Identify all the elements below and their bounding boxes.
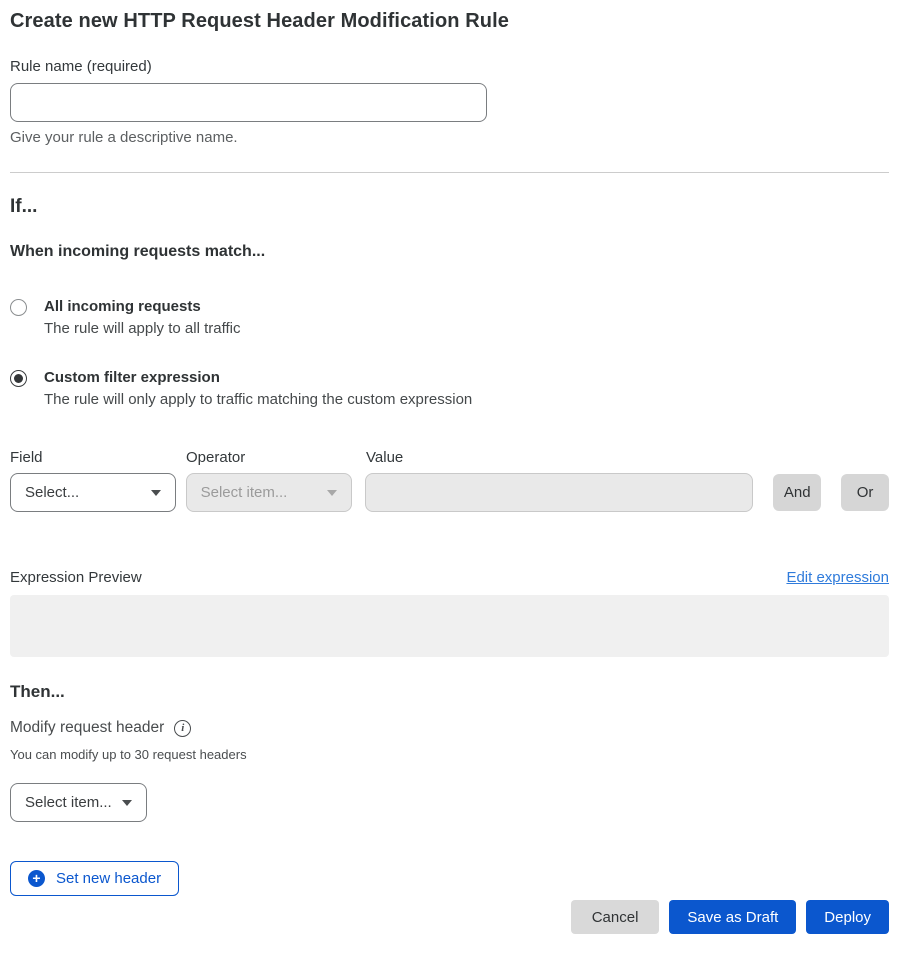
cancel-button[interactable]: Cancel: [571, 900, 660, 934]
operator-select[interactable]: Select item...: [186, 473, 353, 512]
operator-select-value: Select item...: [201, 484, 288, 501]
chevron-down-icon: [122, 800, 132, 806]
radio-description: The rule will only apply to traffic matc…: [44, 391, 472, 408]
then-heading: Then...: [10, 682, 889, 702]
chevron-down-icon: [151, 490, 161, 496]
header-action-select-value: Select item...: [25, 794, 112, 811]
expression-preview-label: Expression Preview: [10, 569, 142, 586]
radio-option-custom-expression[interactable]: Custom filter expression The rule will o…: [10, 369, 889, 408]
form-footer: Cancel Save as Draft Deploy: [10, 900, 889, 934]
create-rule-form: Create new HTTP Request Header Modificat…: [0, 0, 899, 934]
match-subheading: When incoming requests match...: [10, 243, 889, 261]
radio-description: The rule will apply to all traffic: [44, 320, 240, 337]
rule-name-help: Give your rule a descriptive name.: [10, 129, 889, 146]
value-column-label: Value: [366, 449, 403, 466]
radio-option-all-requests[interactable]: All incoming requests The rule will appl…: [10, 298, 889, 337]
if-heading: If...: [10, 196, 889, 218]
field-column-label: Field: [10, 449, 186, 466]
chevron-down-icon: [327, 490, 337, 496]
save-as-draft-button[interactable]: Save as Draft: [669, 900, 796, 934]
radio-indicator[interactable]: [10, 299, 27, 316]
rule-name-input[interactable]: [10, 83, 487, 122]
page-title: Create new HTTP Request Header Modificat…: [10, 10, 889, 33]
or-button[interactable]: Or: [841, 474, 889, 511]
set-new-header-button[interactable]: + Set new header: [10, 861, 179, 896]
field-select-value: Select...: [25, 484, 79, 501]
operator-column-label: Operator: [186, 449, 366, 466]
deploy-button[interactable]: Deploy: [806, 900, 889, 934]
expression-builder-labels: Field Operator Value: [10, 449, 889, 466]
rule-name-label: Rule name (required): [10, 58, 889, 75]
field-select[interactable]: Select...: [10, 473, 176, 512]
modify-header-help: You can modify up to 30 request headers: [10, 747, 889, 762]
expression-builder-row: Select... Select item... And Or: [10, 473, 889, 512]
plus-icon: +: [28, 870, 45, 887]
radio-label: All incoming requests: [44, 298, 240, 315]
modify-header-label: Modify request header: [10, 719, 164, 737]
radio-label: Custom filter expression: [44, 369, 472, 386]
header-action-select[interactable]: Select item...: [10, 783, 147, 822]
and-button[interactable]: And: [773, 474, 821, 511]
modify-header-action-row: Modify request header i: [10, 719, 889, 737]
value-input[interactable]: [365, 473, 753, 512]
expression-preview-header: Expression Preview Edit expression: [10, 569, 889, 586]
edit-expression-link[interactable]: Edit expression: [786, 569, 889, 586]
set-new-header-label: Set new header: [56, 870, 161, 887]
section-divider: [10, 172, 889, 173]
radio-indicator[interactable]: [10, 370, 27, 387]
info-icon[interactable]: i: [174, 720, 191, 737]
expression-preview-box: [10, 595, 889, 657]
